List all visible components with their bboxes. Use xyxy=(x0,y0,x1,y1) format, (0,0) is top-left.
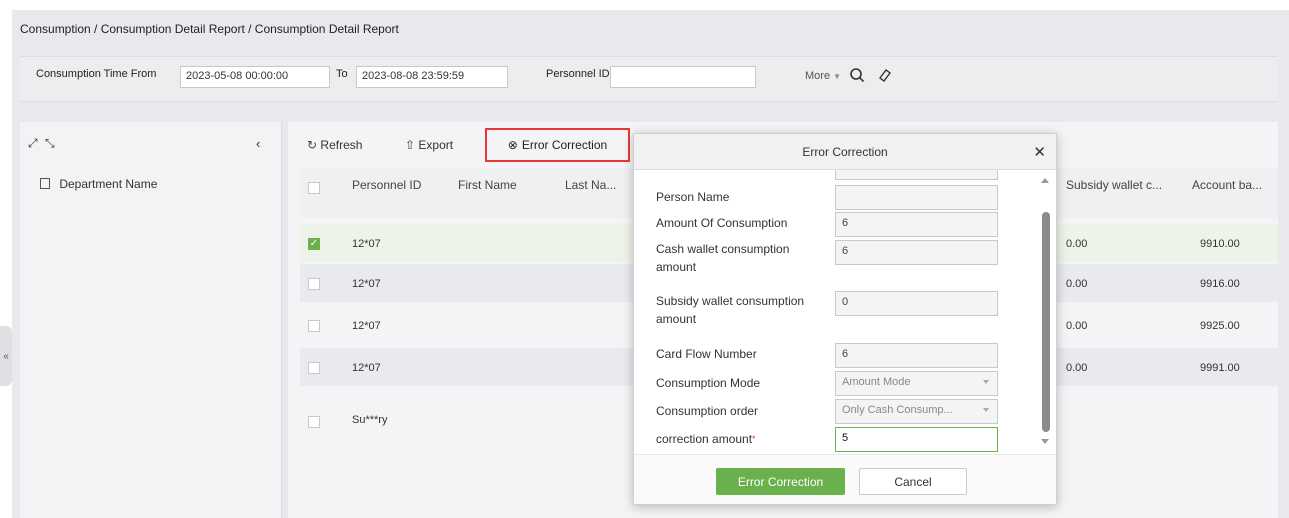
confirm-error-correction-button[interactable]: Error Correction xyxy=(716,468,845,495)
row-subsidy: 0.00 xyxy=(1066,278,1088,290)
dialog-footer xyxy=(634,454,1056,504)
time-from-input[interactable]: 2023-05-08 00:00:00 xyxy=(180,66,330,88)
collapse-icon[interactable]: ⤡ xyxy=(45,136,55,150)
personnel-id-input[interactable] xyxy=(610,66,756,88)
row-balance: 9910.00 xyxy=(1200,238,1240,250)
expand-icon[interactable]: ⤢ xyxy=(28,136,38,150)
consumption-order-select[interactable]: Only Cash Consump... xyxy=(835,399,998,424)
search-button[interactable] xyxy=(846,64,868,86)
row-checkbox[interactable]: ✓ xyxy=(308,238,320,250)
refresh-icon: ↻ xyxy=(307,138,318,152)
close-button[interactable]: ✕ xyxy=(1033,143,1046,161)
dialog-header: Error Correction xyxy=(634,134,1056,170)
row-balance: 9916.00 xyxy=(1200,278,1240,290)
breadcrumb-text: Consumption / Consumption Detail Report … xyxy=(20,22,399,36)
department-name-label: Department Name xyxy=(59,177,158,191)
row-personnel-id: 12*07 xyxy=(352,362,381,374)
error-correction-icon: ⊗ xyxy=(507,138,518,152)
chevron-left-icon: ‹ xyxy=(256,136,261,151)
card-flow-field[interactable]: 6 xyxy=(835,343,998,368)
scroll-down-icon[interactable] xyxy=(1041,439,1049,444)
correction-amount-text: correction amount xyxy=(656,432,753,446)
column-subsidy-wallet[interactable]: Subsidy wallet c... xyxy=(1066,178,1162,192)
subsidy-wallet-field[interactable]: 0 xyxy=(835,291,998,316)
collapse-panel-button[interactable]: ‹ xyxy=(256,136,260,151)
amount-label: Amount Of Consumption xyxy=(656,216,788,230)
consumption-mode-label: Consumption Mode xyxy=(656,376,761,390)
select-all-checkbox[interactable] xyxy=(308,182,320,194)
row-summary-label: Su***ry xyxy=(352,414,388,426)
row-checkbox[interactable] xyxy=(308,278,320,290)
row-checkbox[interactable] xyxy=(308,320,320,332)
row-personnel-id: 12*07 xyxy=(352,320,381,332)
app-root: Consumption / Consumption Detail Report … xyxy=(0,0,1289,518)
scroll-up-icon[interactable] xyxy=(1041,178,1049,183)
row-checkbox[interactable] xyxy=(308,362,320,374)
side-expand-tab[interactable]: « xyxy=(0,326,12,386)
error-correction-label: Error Correction xyxy=(521,138,608,152)
search-icon xyxy=(850,68,865,83)
close-icon: ✕ xyxy=(1033,144,1046,161)
column-first-name[interactable]: First Name xyxy=(458,178,517,192)
refresh-button[interactable]: ↻ Refresh xyxy=(307,138,362,152)
person-name-label: Person Name xyxy=(656,190,730,204)
error-correction-button[interactable]: ⊗ Error Correction xyxy=(485,128,630,162)
eraser-icon xyxy=(879,69,891,82)
cash-wallet-label: Cash wallet consumption amount xyxy=(656,242,790,274)
more-label: More xyxy=(805,70,831,82)
correction-amount-label: correction amount* xyxy=(656,430,756,448)
time-to-label: To xyxy=(336,68,348,80)
required-marker: * xyxy=(752,434,756,444)
personnel-id-label: Personnel ID xyxy=(546,68,610,80)
consumption-order-label: Consumption order xyxy=(656,404,759,418)
consumption-order-value: Only Cash Consump... xyxy=(842,404,953,416)
chevron-down-icon xyxy=(983,380,989,384)
chevron-down-icon xyxy=(983,408,989,412)
row-personnel-id: 12*07 xyxy=(352,238,381,250)
scrollbar-thumb[interactable] xyxy=(1042,212,1050,432)
dialog-title: Error Correction xyxy=(802,144,888,159)
export-label: Export xyxy=(418,138,454,152)
amount-field[interactable]: 6 xyxy=(835,212,998,237)
time-from-label: Consumption Time From xyxy=(36,68,157,80)
column-last-name[interactable]: Last Na... xyxy=(565,178,616,192)
chevron-left-icon: « xyxy=(3,350,9,362)
person-name-field[interactable] xyxy=(835,185,998,210)
refresh-label: Refresh xyxy=(320,138,363,152)
cash-wallet-field[interactable]: 6 xyxy=(835,240,998,265)
row-subsidy: 0.00 xyxy=(1066,320,1088,332)
chevron-down-icon: ▼ xyxy=(833,72,842,81)
correction-amount-field[interactable]: 5 xyxy=(835,427,998,452)
cancel-button[interactable]: Cancel xyxy=(859,468,967,495)
consumption-mode-select[interactable]: Amount Mode xyxy=(835,371,998,396)
row-personnel-id: 12*07 xyxy=(352,278,381,290)
row-subsidy: 0.00 xyxy=(1066,238,1088,250)
breadcrumb: Consumption / Consumption Detail Report … xyxy=(20,22,399,36)
row-balance: 9925.00 xyxy=(1200,320,1240,332)
column-personnel-id[interactable]: Personnel ID xyxy=(352,178,421,192)
subsidy-wallet-label: Subsidy wallet consumption amount xyxy=(656,294,805,326)
scrolled-field[interactable] xyxy=(835,170,998,180)
error-correction-dialog: Error Correction ✕ Person Name Amount Of… xyxy=(633,133,1057,505)
export-button[interactable]: ⇧ Export xyxy=(405,138,453,152)
card-flow-label: Card Flow Number xyxy=(656,347,757,361)
row-balance: 9991.00 xyxy=(1200,362,1240,374)
row-subsidy: 0.00 xyxy=(1066,362,1088,374)
clear-button[interactable] xyxy=(874,64,896,86)
list-icon xyxy=(40,178,50,189)
row-checkbox[interactable] xyxy=(308,416,320,428)
more-dropdown[interactable]: More ▼ xyxy=(805,70,841,82)
expand-collapse-icons[interactable]: ⤢ ⤡ xyxy=(28,136,55,151)
export-icon: ⇧ xyxy=(405,138,416,152)
consumption-mode-value: Amount Mode xyxy=(842,376,911,388)
department-name-header: Department Name xyxy=(40,177,157,191)
time-to-input[interactable]: 2023-08-08 23:59:59 xyxy=(356,66,508,88)
column-account-balance[interactable]: Account ba... xyxy=(1192,178,1262,192)
